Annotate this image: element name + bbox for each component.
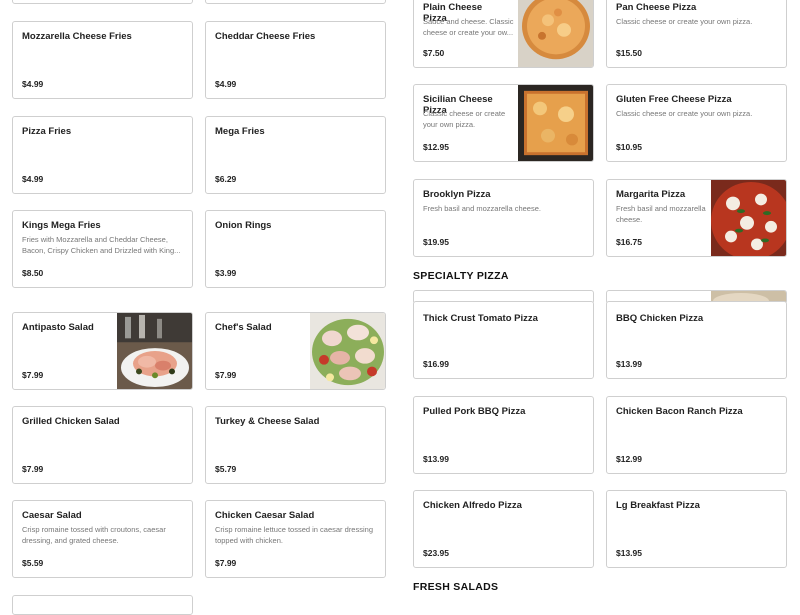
item-price: $13.99 bbox=[423, 454, 449, 464]
item-price: $4.99 bbox=[22, 79, 44, 89]
item-description: Fries with Mozzarella and Cheddar Cheese… bbox=[22, 235, 181, 256]
menu-item-bbq-chicken-pizza[interactable]: BBQ Chicken Pizza $13.99 bbox=[606, 301, 787, 379]
antipasto-salad-photo bbox=[117, 313, 192, 389]
menu-item-antipasto-salad[interactable]: Antipasto Salad $7.99 bbox=[12, 312, 193, 390]
item-name: Pizza Fries bbox=[22, 126, 72, 137]
item-description: Fresh basil and mozzarella cheese. bbox=[616, 204, 706, 225]
item-name: Brooklyn Pizza bbox=[423, 189, 491, 200]
item-name: Caesar Salad bbox=[22, 510, 82, 521]
section-title-fresh-salads: FRESH SALADS bbox=[413, 581, 499, 593]
item-name: Chicken Bacon Ranch Pizza bbox=[616, 406, 743, 417]
menu-item-thick-crust-tomato-pizza[interactable]: Thick Crust Tomato Pizza $16.99 bbox=[413, 301, 594, 379]
menu-item-pizza-fries[interactable]: Pizza Fries $4.99 bbox=[12, 116, 193, 194]
menu-item-onion-rings[interactable]: Onion Rings $3.99 bbox=[205, 210, 386, 288]
item-price: $3.99 bbox=[215, 268, 237, 278]
menu-item-pulled-pork-bbq-pizza[interactable]: Pulled Pork BBQ Pizza $13.99 bbox=[413, 396, 594, 474]
item-price: $7.99 bbox=[215, 558, 237, 568]
chefs-salad-photo bbox=[310, 313, 385, 389]
item-price: $15.50 bbox=[616, 48, 642, 58]
item-name: Cheddar Cheese Fries bbox=[215, 31, 316, 42]
menu-item-chicken-caesar-salad[interactable]: Chicken Caesar Salad Crisp romaine lettu… bbox=[205, 500, 386, 578]
menu-item-cheddar-cheese-fries[interactable]: Cheddar Cheese Fries $4.99 bbox=[205, 21, 386, 99]
item-name: Thick Crust Tomato Pizza bbox=[423, 313, 538, 324]
item-name: Mega Fries bbox=[215, 126, 265, 137]
item-price: $7.99 bbox=[22, 464, 44, 474]
menu-item-chicken-alfredo-pizza[interactable]: Chicken Alfredo Pizza $23.95 bbox=[413, 490, 594, 568]
menu-item-margarita-pizza[interactable]: Margarita Pizza Fresh basil and mozzarel… bbox=[606, 179, 787, 257]
item-price: $19.95 bbox=[423, 237, 449, 247]
item-name: Chicken Caesar Salad bbox=[215, 510, 315, 521]
item-price: $12.99 bbox=[616, 454, 642, 464]
item-price: $7.99 bbox=[215, 370, 237, 380]
menu-item-mozzarella-cheese-fries[interactable]: Mozzarella Cheese Fries $4.99 bbox=[12, 21, 193, 99]
item-name: Antipasto Salad bbox=[22, 322, 94, 333]
item-description: Classic cheese or create your own pizza. bbox=[616, 17, 753, 26]
item-price: $7.50 bbox=[423, 48, 445, 58]
item-description: Fresh basil and mozzarella cheese. bbox=[423, 204, 541, 213]
item-description: Sauce and cheese. Classic cheese or crea… bbox=[423, 17, 514, 38]
item-price: $5.79 bbox=[215, 464, 237, 474]
item-price: $23.95 bbox=[423, 548, 449, 558]
plain-cheese-pizza-photo bbox=[518, 0, 593, 67]
item-name: Pulled Pork BBQ Pizza bbox=[423, 406, 526, 417]
menu-item-grilled-chicken-salad[interactable]: Grilled Chicken Salad $7.99 bbox=[12, 406, 193, 484]
item-price: $7.99 bbox=[22, 370, 44, 380]
item-price: $6.29 bbox=[215, 174, 237, 184]
menu-item-sicilian-cheese-pizza[interactable]: Sicilian Cheese Pizza Classic cheese or … bbox=[413, 84, 594, 162]
item-name: Kings Mega Fries bbox=[22, 220, 101, 231]
item-price: $16.75 bbox=[616, 237, 642, 247]
item-price: $16.99 bbox=[423, 359, 449, 369]
item-name: BBQ Chicken Pizza bbox=[616, 313, 704, 324]
item-price: $10.95 bbox=[616, 142, 642, 152]
item-name: Chicken Alfredo Pizza bbox=[423, 500, 522, 511]
item-name: Onion Rings bbox=[215, 220, 272, 231]
item-description: Crisp romaine tossed with croutons, caes… bbox=[22, 525, 166, 546]
item-price: $13.95 bbox=[616, 548, 642, 558]
item-description: Classic cheese or create your own pizza. bbox=[616, 109, 753, 118]
menu-item-card-partial[interactable] bbox=[12, 595, 193, 615]
menu-item-pan-cheese-pizza[interactable]: Pan Cheese Pizza Classic cheese or creat… bbox=[606, 0, 787, 68]
menu-item-card-partial[interactable] bbox=[12, 0, 193, 4]
item-price: $4.99 bbox=[22, 174, 44, 184]
item-description: Classic cheese or create your own pizza. bbox=[423, 109, 506, 130]
item-description: Crisp romaine lettuce tossed in caesar d… bbox=[215, 525, 373, 546]
item-name: Mozzarella Cheese Fries bbox=[22, 31, 132, 42]
item-name: Lg Breakfast Pizza bbox=[616, 500, 700, 511]
menu-item-mega-fries[interactable]: Mega Fries $6.29 bbox=[205, 116, 386, 194]
menu-item-card-partial[interactable] bbox=[205, 0, 386, 4]
menu-item-kings-mega-fries[interactable]: Kings Mega Fries Fries with Mozzarella a… bbox=[12, 210, 193, 288]
margarita-pizza-photo bbox=[711, 180, 786, 256]
item-price: $5.59 bbox=[22, 558, 44, 568]
item-name: Turkey & Cheese Salad bbox=[215, 416, 320, 427]
section-title-specialty-pizza: SPECIALTY PIZZA bbox=[413, 270, 509, 282]
menu-item-chicken-bacon-ranch-pizza[interactable]: Chicken Bacon Ranch Pizza $12.99 bbox=[606, 396, 787, 474]
item-name: Margarita Pizza bbox=[616, 189, 686, 200]
item-name: Pan Cheese Pizza bbox=[616, 2, 697, 13]
item-name: Chef's Salad bbox=[215, 322, 272, 333]
menu-item-turkey-cheese-salad[interactable]: Turkey & Cheese Salad $5.79 bbox=[205, 406, 386, 484]
menu-item-chefs-salad[interactable]: Chef's Salad $7.99 bbox=[205, 312, 386, 390]
menu-item-gluten-free-cheese-pizza[interactable]: Gluten Free Cheese Pizza Classic cheese … bbox=[606, 84, 787, 162]
menu-item-caesar-salad[interactable]: Caesar Salad Crisp romaine tossed with c… bbox=[12, 500, 193, 578]
menu-item-brooklyn-pizza[interactable]: Brooklyn Pizza Fresh basil and mozzarell… bbox=[413, 179, 594, 257]
sicilian-cheese-pizza-photo bbox=[518, 85, 593, 161]
item-name: Grilled Chicken Salad bbox=[22, 416, 120, 427]
menu-item-lg-breakfast-pizza[interactable]: Lg Breakfast Pizza $13.95 bbox=[606, 490, 787, 568]
item-name: Gluten Free Cheese Pizza bbox=[616, 94, 732, 105]
item-price: $8.50 bbox=[22, 268, 44, 278]
menu-item-plain-cheese-pizza[interactable]: Plain Cheese Pizza Sauce and cheese. Cla… bbox=[413, 0, 594, 68]
item-price: $13.99 bbox=[616, 359, 642, 369]
item-price: $12.95 bbox=[423, 142, 449, 152]
item-price: $4.99 bbox=[215, 79, 237, 89]
